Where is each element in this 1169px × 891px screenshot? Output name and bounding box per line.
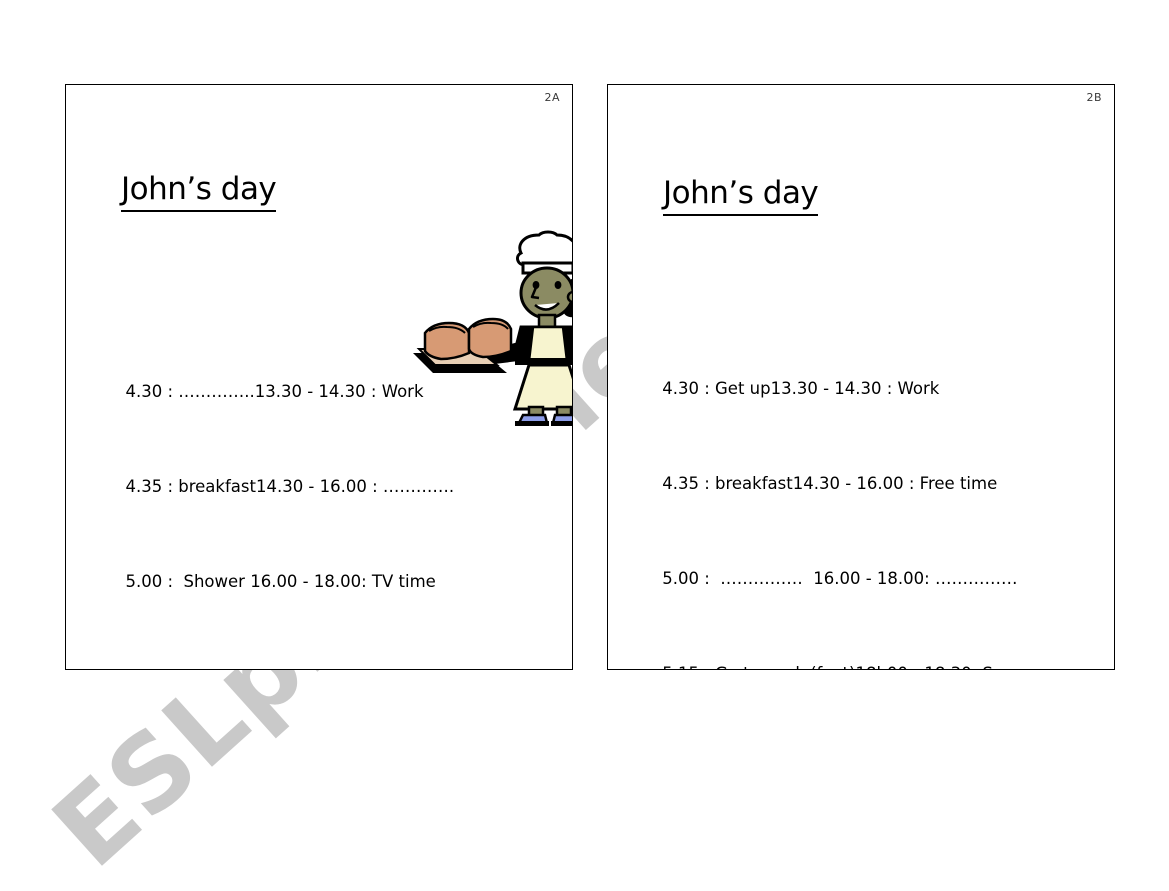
schedule-right-entry: 16.00 - 18.00: TV time <box>244 571 436 591</box>
page-title: John’s day <box>663 177 819 216</box>
schedule-right-entry: 14.30 - 16.00 : …………. <box>255 476 455 496</box>
schedule-row: 4.35 : breakfast14.30 - 16.00 : Free tim… <box>615 436 1109 531</box>
schedule-left-entry: 5.00 : …………… <box>646 568 803 588</box>
schedule-row: 4.30 : Get up13.30 - 14.30 : Work <box>615 341 1109 436</box>
worksheet-card-2a: 2A John’s day 4.30: …………..13.30 - 14.30… <box>65 84 573 670</box>
schedule-left-entry: 4.30 : ………….. <box>104 381 255 401</box>
card-code-label: 2A <box>544 91 560 104</box>
baker-with-bread-tray-icon <box>411 227 572 427</box>
schedule-left-entry: 4.35 : breakfast <box>646 473 793 493</box>
page-title: John’s day <box>121 173 277 212</box>
schedule-right-entry: 18h00 - 18.30: Supper <box>855 658 1041 669</box>
worksheet-card-2b: 2B John’s day 4.30: Get up13.30 - 14.30… <box>607 84 1115 670</box>
schedule-right-entry: 14.30 - 16.00 : Free time <box>792 473 998 493</box>
schedule-left-entry: 5.15 : Go to work (foot) <box>104 661 318 669</box>
schedule-row: 5.15 : Go to work (foot)18h00 - 18.30: S… <box>73 629 567 669</box>
schedule-row: 4.35 : breakfast14.30 - 16.00 : …………. <box>73 439 567 534</box>
schedule-left-entry: 4.30 : Get up <box>646 378 771 398</box>
schedule-right-entry: 18h00 - 18.30: Supper <box>319 661 505 669</box>
schedule-left-entry: 5.00 : Shower <box>104 571 245 591</box>
schedule-left-entry: 4.35 : breakfast <box>104 476 256 496</box>
schedule-right-entry: 13.30 - 14.30 : Work <box>770 378 940 398</box>
schedule-list-2b: 4.30 : Get up13.30 - 14.30 : Work 4.35 :… <box>615 341 1109 669</box>
schedule-row: 5.15 : Go to work (foot)18h00 - 18.30: S… <box>615 626 1109 669</box>
schedule-right-entry: 16.00 - 18.00: …………… <box>802 568 1018 588</box>
schedule-row: 5.00 : Shower 16.00 - 18.00: TV time <box>73 534 567 629</box>
schedule-right-entry: 13.30 - 14.30 : Work <box>254 381 424 401</box>
schedule-row: 5.00 : …………… 16.00 - 18.00: …………… <box>615 531 1109 626</box>
page-curl-corner <box>561 663 572 669</box>
schedule-left-entry: 5.15 : Go to work (foot) <box>646 658 855 669</box>
card-code-label: 2B <box>1086 91 1102 104</box>
